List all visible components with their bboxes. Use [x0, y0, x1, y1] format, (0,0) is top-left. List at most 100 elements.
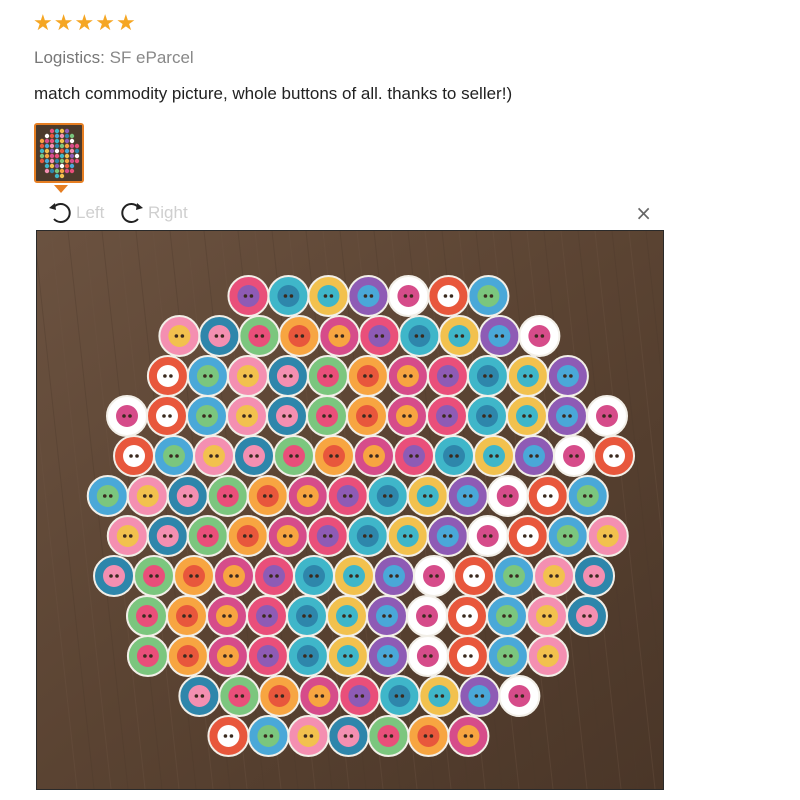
button-figure: [406, 475, 449, 517]
button-figure: [406, 595, 448, 637]
image-viewer-toolbar: Left Right ×: [34, 197, 666, 229]
thumbnail-image: [36, 125, 82, 181]
button-figure: [426, 395, 468, 437]
button-figure: [553, 435, 596, 477]
button-figure: [506, 515, 549, 557]
button-figure: [278, 315, 321, 357]
button-figure: [318, 315, 361, 357]
button-figure: [93, 555, 136, 597]
button-figure: [178, 675, 221, 717]
thumbnail-pointer: [54, 185, 68, 193]
close-icon[interactable]: ×: [635, 203, 652, 223]
button-figure: [198, 315, 241, 357]
button-figure: [247, 715, 290, 757]
button-figure: [326, 595, 368, 637]
button-figure: [466, 515, 509, 557]
button-figure: [426, 515, 469, 557]
button-figure: [506, 355, 549, 397]
button-figure: [366, 475, 409, 517]
button-figure: [226, 395, 268, 437]
button-figure: [407, 715, 450, 757]
button-figure: [426, 355, 469, 397]
button-figure: [327, 715, 370, 757]
button-figure: [433, 435, 476, 477]
button-figure: [133, 555, 176, 597]
button-figure: [213, 555, 256, 597]
button-figure: [593, 435, 636, 477]
button-figure: [546, 395, 588, 437]
button-figure: [306, 395, 348, 437]
button-figure: [427, 275, 470, 317]
button-figure: [546, 355, 589, 397]
button-figure: [486, 635, 529, 677]
button-figure: [307, 275, 350, 317]
review-text: match commodity picture, whole buttons o…: [34, 84, 513, 103]
star-icon: ★: [74, 11, 95, 36]
button-figure: [306, 355, 349, 397]
button-figure: [506, 395, 548, 437]
button-figure: [166, 475, 209, 517]
button-figure: [113, 435, 156, 477]
button-figure: [106, 515, 149, 557]
button-figure: [206, 595, 248, 637]
button-figure: [526, 635, 569, 677]
button-figure: [267, 275, 310, 317]
button-figure: [458, 675, 501, 717]
button-figure: [393, 435, 436, 477]
button-figure: [287, 715, 330, 757]
button-figure: [466, 395, 508, 437]
rotate-right-icon: [121, 203, 143, 223]
button-figure: [486, 595, 528, 637]
button-figure: [406, 635, 449, 677]
button-figure: [146, 355, 189, 397]
button-figure: [86, 475, 129, 517]
button-figure: [438, 315, 481, 357]
button-figure: [353, 435, 396, 477]
button-figure: [387, 275, 430, 317]
button-figure: [533, 555, 576, 597]
rotate-left-icon: [49, 203, 71, 223]
button-figure: [207, 715, 250, 757]
button-figure: [306, 515, 349, 557]
rotate-right-button[interactable]: Right: [118, 199, 188, 227]
button-figure: [447, 715, 490, 757]
rotate-left-label: Left: [76, 203, 105, 222]
photo-thumbnail[interactable]: [34, 123, 84, 183]
button-figure: [478, 315, 521, 357]
button-figure: [467, 275, 510, 317]
button-figure: [418, 675, 461, 717]
button-figure: [226, 515, 269, 557]
button-figure: [333, 555, 376, 597]
button-figure: [233, 435, 276, 477]
button-figure: [286, 475, 329, 517]
button-figure: [258, 675, 301, 717]
button-figure: [126, 475, 169, 517]
button-figure: [227, 275, 270, 317]
button-figure: [246, 595, 288, 637]
button-figure: [298, 675, 341, 717]
button-figure: [486, 475, 529, 517]
button-figure: [386, 395, 428, 437]
button-figure: [126, 595, 168, 637]
star-icon: ★: [95, 11, 115, 36]
button-figure: [586, 515, 629, 557]
logistics-info: Logistics: SF eParcel: [34, 48, 194, 68]
button-figure: [193, 435, 236, 477]
button-figure: [226, 355, 269, 397]
button-figure: [358, 315, 401, 357]
button-figure: [266, 515, 309, 557]
button-figure: [367, 715, 410, 757]
button-figure: [446, 595, 488, 637]
button-figure: [166, 595, 208, 637]
button-figure: [266, 355, 309, 397]
review-page: ★ ★ ★ ★ ★ Logistics: SF eParcel match co…: [0, 0, 800, 800]
button-figure: [206, 475, 249, 517]
button-figure: [186, 355, 229, 397]
button-figure: [186, 395, 228, 437]
button-figure: [218, 675, 261, 717]
star-rating: ★ ★ ★ ★ ★: [33, 13, 136, 35]
button-figure: [373, 555, 416, 597]
rotate-left-button[interactable]: Left: [46, 199, 104, 227]
button-figure: [146, 395, 188, 437]
logistics-value: SF eParcel: [109, 48, 194, 67]
